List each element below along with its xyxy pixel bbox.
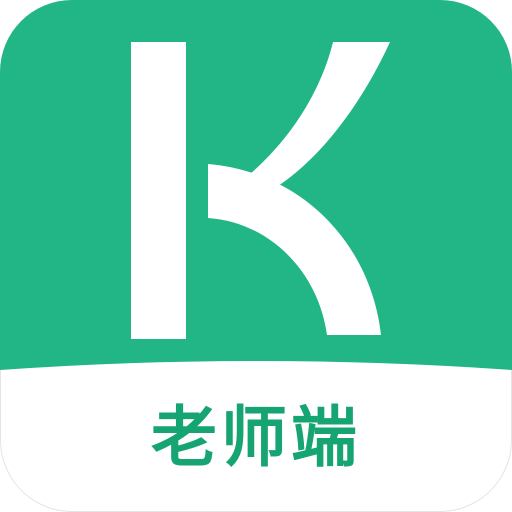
app-icon[interactable]: 老师端 [0, 0, 512, 512]
k-logo-stem [131, 42, 186, 339]
app-caption-label: 老师端 [151, 399, 361, 476]
